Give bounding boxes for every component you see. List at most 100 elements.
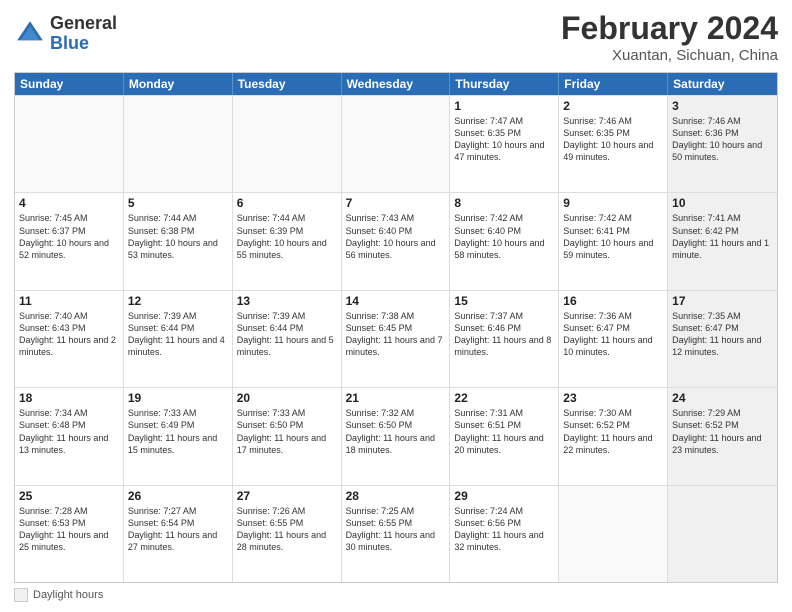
logo-blue: Blue [50, 34, 117, 54]
logo-general: General [50, 14, 117, 34]
day-number: 17 [672, 294, 773, 308]
cal-cell [342, 96, 451, 192]
day-number: 1 [454, 99, 554, 113]
cal-cell: 4Sunrise: 7:45 AMSunset: 6:37 PMDaylight… [15, 193, 124, 289]
cal-header-day: Saturday [668, 73, 777, 95]
cal-cell: 14Sunrise: 7:38 AMSunset: 6:45 PMDayligh… [342, 291, 451, 387]
page: General Blue February 2024 Xuantan, Sich… [0, 0, 792, 612]
cal-row: 18Sunrise: 7:34 AMSunset: 6:48 PMDayligh… [15, 387, 777, 484]
day-number: 18 [19, 391, 119, 405]
cal-cell [668, 486, 777, 582]
cell-info: Sunrise: 7:47 AMSunset: 6:35 PMDaylight:… [454, 115, 554, 164]
day-number: 26 [128, 489, 228, 503]
cal-cell: 12Sunrise: 7:39 AMSunset: 6:44 PMDayligh… [124, 291, 233, 387]
cal-cell: 18Sunrise: 7:34 AMSunset: 6:48 PMDayligh… [15, 388, 124, 484]
cal-header-day: Tuesday [233, 73, 342, 95]
cal-row: 11 Sunrise: 7:40 AMSunset: 6:43 PMDayligh… [15, 290, 777, 387]
day-number: 23 [563, 391, 663, 405]
day-number: 13 [237, 294, 337, 308]
cell-info: Sunrise: 7:46 AMSunset: 6:36 PMDaylight:… [672, 115, 773, 164]
cell-info: Sunrise: 7:24 AMSunset: 6:56 PMDaylight:… [454, 505, 554, 554]
legend-label: Daylight hours [33, 589, 103, 601]
cal-cell [559, 486, 668, 582]
cell-info: Sunrise: 7:44 AMSunset: 6:39 PMDaylight:… [237, 212, 337, 261]
cal-cell: 25 Sunrise: 7:28 AMSunset: 6:53 PMDayligh… [15, 486, 124, 582]
day-number: 19 [128, 391, 228, 405]
cal-cell: 10Sunrise: 7:41 AMSunset: 6:42 PMDayligh… [668, 193, 777, 289]
cal-cell: 29 Sunrise: 7:24 AMSunset: 6:56 PMDayligh… [450, 486, 559, 582]
cell-info: Sunrise: 7:36 AMSunset: 6:47 PMDaylight:… [563, 310, 663, 359]
cell-info: Sunrise: 7:31 AMSunset: 6:51 PMDaylight:… [454, 407, 554, 456]
day-number: 20 [237, 391, 337, 405]
cal-cell: 16 Sunrise: 7:36 AMSunset: 6:47 PMDayligh… [559, 291, 668, 387]
title-month: February 2024 [561, 10, 778, 47]
cal-cell: 22 Sunrise: 7:31 AMSunset: 6:51 PMDayligh… [450, 388, 559, 484]
title-location: Xuantan, Sichuan, China [561, 47, 778, 64]
cal-header-day: Sunday [15, 73, 124, 95]
footer: Daylight hours [14, 588, 778, 602]
cell-info: Sunrise: 7:33 AMSunset: 6:50 PMDaylight:… [237, 407, 337, 456]
day-number: 27 [237, 489, 337, 503]
day-number: 22 [454, 391, 554, 405]
cal-cell: 27 Sunrise: 7:26 AMSunset: 6:55 PMDayligh… [233, 486, 342, 582]
legend-box [14, 588, 28, 602]
day-number: 29 [454, 489, 554, 503]
cell-info: Sunrise: 7:46 AMSunset: 6:35 PMDaylight:… [563, 115, 663, 164]
day-number: 21 [346, 391, 446, 405]
cal-cell: 17Sunrise: 7:35 AMSunset: 6:47 PMDayligh… [668, 291, 777, 387]
day-number: 15 [454, 294, 554, 308]
day-number: 2 [563, 99, 663, 113]
cal-header-day: Wednesday [342, 73, 451, 95]
day-number: 16 [563, 294, 663, 308]
cell-info: Sunrise: 7:42 AMSunset: 6:40 PMDaylight:… [454, 212, 554, 261]
cal-cell: 15 Sunrise: 7:37 AMSunset: 6:46 PMDayligh… [450, 291, 559, 387]
cal-row: 1 Sunrise: 7:47 AMSunset: 6:35 PMDaylight… [15, 95, 777, 192]
cal-header-day: Thursday [450, 73, 559, 95]
cal-cell: 19 Sunrise: 7:33 AMSunset: 6:49 PMDayligh… [124, 388, 233, 484]
cell-info: Sunrise: 7:39 AMSunset: 6:44 PMDaylight:… [237, 310, 337, 359]
cal-cell: 24Sunrise: 7:29 AMSunset: 6:52 PMDayligh… [668, 388, 777, 484]
cell-info: Sunrise: 7:25 AMSunset: 6:55 PMDaylight:… [346, 505, 446, 554]
title-block: February 2024 Xuantan, Sichuan, China [561, 10, 778, 64]
day-number: 7 [346, 196, 446, 210]
cal-cell: 11 Sunrise: 7:40 AMSunset: 6:43 PMDayligh… [15, 291, 124, 387]
logo-icon [14, 18, 46, 50]
day-number: 3 [672, 99, 773, 113]
cal-cell [124, 96, 233, 192]
cell-info: Sunrise: 7:43 AMSunset: 6:40 PMDaylight:… [346, 212, 446, 261]
cal-cell [15, 96, 124, 192]
cal-cell: 6 Sunrise: 7:44 AMSunset: 6:39 PMDaylight… [233, 193, 342, 289]
cal-cell: 28 Sunrise: 7:25 AMSunset: 6:55 PMDayligh… [342, 486, 451, 582]
logo-text: General Blue [50, 14, 117, 54]
cal-cell: 23 Sunrise: 7:30 AMSunset: 6:52 PMDayligh… [559, 388, 668, 484]
cal-cell: 5Sunrise: 7:44 AMSunset: 6:38 PMDaylight… [124, 193, 233, 289]
cell-info: Sunrise: 7:33 AMSunset: 6:49 PMDaylight:… [128, 407, 228, 456]
day-number: 11 [19, 294, 119, 308]
cell-info: Sunrise: 7:41 AMSunset: 6:42 PMDaylight:… [672, 212, 773, 261]
cal-cell: 20 Sunrise: 7:33 AMSunset: 6:50 PMDayligh… [233, 388, 342, 484]
day-number: 25 [19, 489, 119, 503]
day-number: 28 [346, 489, 446, 503]
calendar-header: SundayMondayTuesdayWednesdayThursdayFrid… [15, 73, 777, 95]
cell-info: Sunrise: 7:26 AMSunset: 6:55 PMDaylight:… [237, 505, 337, 554]
cell-info: Sunrise: 7:28 AMSunset: 6:53 PMDaylight:… [19, 505, 119, 554]
cell-info: Sunrise: 7:40 AMSunset: 6:43 PMDaylight:… [19, 310, 119, 359]
day-number: 9 [563, 196, 663, 210]
cell-info: Sunrise: 7:44 AMSunset: 6:38 PMDaylight:… [128, 212, 228, 261]
cell-info: Sunrise: 7:30 AMSunset: 6:52 PMDaylight:… [563, 407, 663, 456]
day-number: 6 [237, 196, 337, 210]
cal-cell: 9 Sunrise: 7:42 AMSunset: 6:41 PMDaylight… [559, 193, 668, 289]
cal-header-day: Friday [559, 73, 668, 95]
cal-cell [233, 96, 342, 192]
calendar: SundayMondayTuesdayWednesdayThursdayFrid… [14, 72, 778, 583]
cell-info: Sunrise: 7:37 AMSunset: 6:46 PMDaylight:… [454, 310, 554, 359]
header: General Blue February 2024 Xuantan, Sich… [14, 10, 778, 64]
day-number: 14 [346, 294, 446, 308]
day-number: 24 [672, 391, 773, 405]
calendar-body: 1 Sunrise: 7:47 AMSunset: 6:35 PMDaylight… [15, 95, 777, 582]
cal-cell: 2 Sunrise: 7:46 AMSunset: 6:35 PMDaylight… [559, 96, 668, 192]
day-number: 12 [128, 294, 228, 308]
cell-info: Sunrise: 7:42 AMSunset: 6:41 PMDaylight:… [563, 212, 663, 261]
day-number: 4 [19, 196, 119, 210]
day-number: 8 [454, 196, 554, 210]
